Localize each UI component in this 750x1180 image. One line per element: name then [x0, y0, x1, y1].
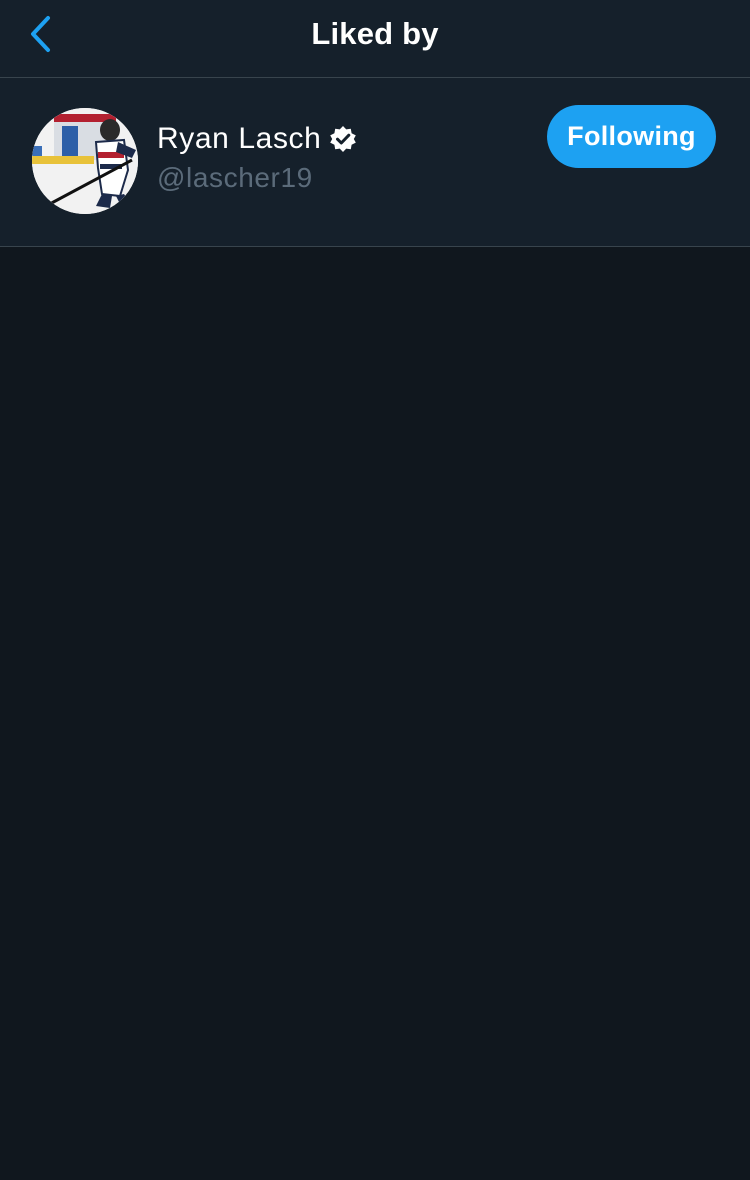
name-line: Ryan Lasch: [157, 122, 357, 156]
navigation-bar: Liked by: [0, 0, 750, 78]
avatar[interactable]: [32, 108, 138, 214]
empty-list-area: [0, 248, 750, 1180]
user-handle: @lascher19: [157, 162, 313, 193]
liked-by-screen: Liked by Ryan Lasch @lascher19 Following: [0, 0, 750, 1180]
following-button[interactable]: Following: [547, 105, 716, 168]
user-info: Ryan Lasch @lascher19: [157, 122, 357, 194]
user-list-item[interactable]: Ryan Lasch @lascher19 Following: [0, 78, 750, 247]
display-name[interactable]: Ryan Lasch: [157, 122, 321, 156]
verified-badge-icon: [330, 126, 357, 152]
page-title: Liked by: [311, 16, 439, 51]
